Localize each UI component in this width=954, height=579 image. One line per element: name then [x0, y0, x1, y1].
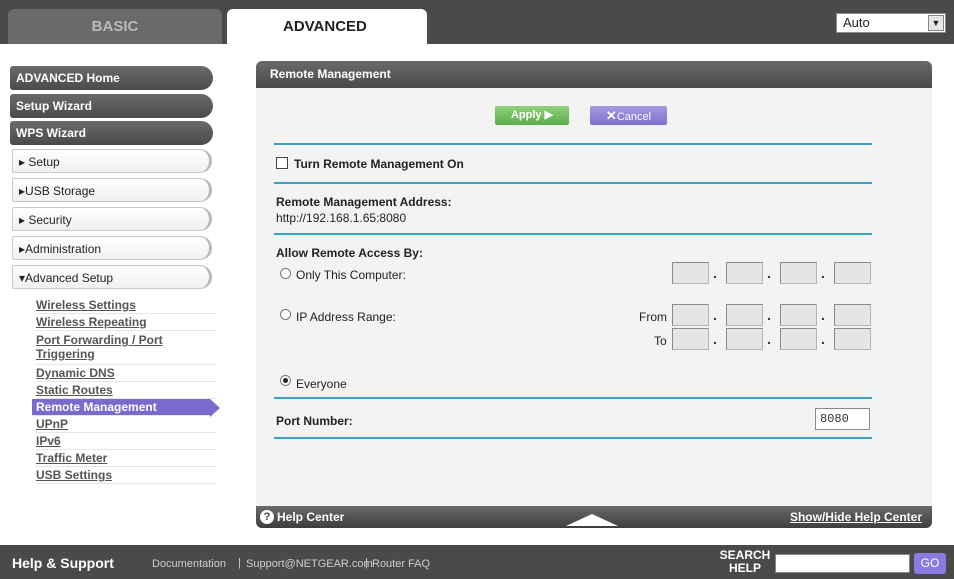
ip-octet-input[interactable]	[726, 262, 763, 284]
remote-management-checkbox[interactable]	[276, 157, 288, 169]
ip-dot: .	[821, 331, 825, 347]
everyone-label: Everyone	[296, 377, 347, 391]
from-label: From	[639, 310, 667, 324]
help-support-title: Help & Support	[12, 555, 114, 571]
ip-to-octet-input[interactable]	[834, 328, 871, 350]
port-number-label: Port Number:	[276, 414, 353, 428]
ip-dot: .	[767, 307, 771, 323]
divider	[274, 143, 872, 145]
radio-ip-address-range[interactable]	[280, 309, 291, 320]
help-question-icon: ?	[260, 510, 274, 524]
divider	[274, 233, 872, 235]
apply-button[interactable]: Apply ▶	[495, 106, 569, 125]
access-label: Allow Remote Access By:	[276, 246, 423, 260]
divider	[274, 182, 872, 184]
radio-everyone[interactable]	[280, 375, 291, 386]
advanced-setup-submenu: Wireless Settings Wireless Repeating Por…	[32, 297, 220, 484]
ip-to-octet-input[interactable]	[726, 328, 763, 350]
sidebar-advanced-home[interactable]: ADVANCED Home	[10, 66, 213, 90]
panel-body	[256, 88, 932, 506]
show-hide-help-center-link[interactable]: Show/Hide Help Center	[790, 506, 922, 528]
ip-range-label: IP Address Range:	[296, 310, 396, 324]
ip-dot: .	[767, 331, 771, 347]
documentation-link[interactable]: Documentation	[152, 558, 226, 570]
ip-octet-input[interactable]	[834, 262, 871, 284]
ip-to-octet-input[interactable]	[672, 328, 709, 350]
go-button[interactable]: GO	[914, 553, 946, 574]
dropdown-arrow-icon[interactable]: ▼	[928, 15, 944, 31]
language-select-value: Auto	[843, 15, 870, 30]
address-value: http://192.168.1.65:8080	[276, 211, 407, 225]
tab-advanced[interactable]: ADVANCED	[227, 9, 427, 44]
ip-dot: .	[821, 307, 825, 323]
sidebar-section-administration[interactable]: ▸Administration	[12, 236, 212, 260]
ip-dot: .	[713, 265, 717, 281]
search-help-label: SEARCH HELP	[719, 548, 771, 575]
help-center-label: Help Center	[277, 510, 345, 524]
separator: |	[365, 557, 368, 569]
help-center-bar: ? Help Center Show/Hide Help Center	[256, 506, 932, 528]
panel-title: Remote Management	[256, 61, 932, 88]
support-email-link[interactable]: Support@NETGEAR.com	[246, 558, 373, 570]
sidebar-wps-wizard[interactable]: WPS Wizard	[10, 121, 213, 145]
top-tab-bar: BASIC ADVANCED Auto ▼	[0, 0, 954, 44]
ip-to-octet-input[interactable]	[780, 328, 817, 350]
sidebar-section-usb-storage[interactable]: ▸USB Storage	[12, 178, 212, 202]
sidebar-section-advanced-setup[interactable]: ▾Advanced Setup	[12, 265, 212, 289]
sidebar-item-remote-management[interactable]: Remote Management	[32, 399, 220, 417]
ip-octet-input[interactable]	[780, 262, 817, 284]
sidebar-section-setup[interactable]: ▸ Setup	[12, 149, 212, 173]
sidebar-section-security[interactable]: ▸ Security	[12, 207, 212, 231]
sidebar-item-port-forwarding[interactable]: Port Forwarding / Port Triggering	[36, 331, 216, 365]
ip-dot: .	[713, 331, 717, 347]
close-icon: ✕	[605, 108, 617, 123]
only-this-computer-label: Only This Computer:	[296, 268, 406, 282]
ip-dot: .	[713, 307, 717, 323]
address-label: Remote Management Address:	[276, 195, 452, 209]
to-label: To	[654, 334, 667, 348]
sidebar-item-dynamic-dns[interactable]: Dynamic DNS	[36, 365, 216, 382]
sidebar-item-upnp[interactable]: UPnP	[36, 416, 216, 433]
sidebar-item-usb-settings[interactable]: USB Settings	[36, 467, 216, 484]
sidebar-item-wireless-repeating[interactable]: Wireless Repeating	[36, 314, 216, 331]
sidebar-item-ipv6[interactable]: IPv6	[36, 433, 216, 450]
expand-triangle-icon[interactable]	[566, 514, 618, 526]
ip-octet-input[interactable]	[672, 262, 709, 284]
ip-from-octet-input[interactable]	[834, 304, 871, 326]
ip-dot: .	[821, 265, 825, 281]
tab-basic[interactable]: BASIC	[8, 9, 222, 44]
cancel-button-label: Cancel	[616, 111, 652, 123]
remote-management-label: Turn Remote Management On	[294, 157, 464, 171]
cancel-button[interactable]: ✕Cancel	[590, 106, 667, 125]
ip-from-octet-input[interactable]	[672, 304, 709, 326]
language-select[interactable]: Auto ▼	[836, 13, 946, 33]
ip-dot: .	[767, 265, 771, 281]
sidebar-item-traffic-meter[interactable]: Traffic Meter	[36, 450, 216, 467]
footer-bar: Help & Support Documentation | Support@N…	[0, 545, 954, 579]
sidebar-item-static-routes[interactable]: Static Routes	[36, 382, 216, 399]
router-faq-link[interactable]: Router FAQ	[372, 558, 430, 570]
radio-only-this-computer[interactable]	[280, 268, 291, 279]
port-number-input[interactable]: 8080	[815, 408, 870, 430]
search-help-input[interactable]	[775, 554, 910, 573]
divider	[274, 397, 872, 399]
sidebar-setup-wizard[interactable]: Setup Wizard	[10, 94, 213, 118]
sidebar-item-wireless-settings[interactable]: Wireless Settings	[36, 297, 216, 314]
separator: |	[238, 557, 241, 569]
ip-from-octet-input[interactable]	[780, 304, 817, 326]
ip-from-octet-input[interactable]	[726, 304, 763, 326]
divider	[274, 437, 872, 439]
